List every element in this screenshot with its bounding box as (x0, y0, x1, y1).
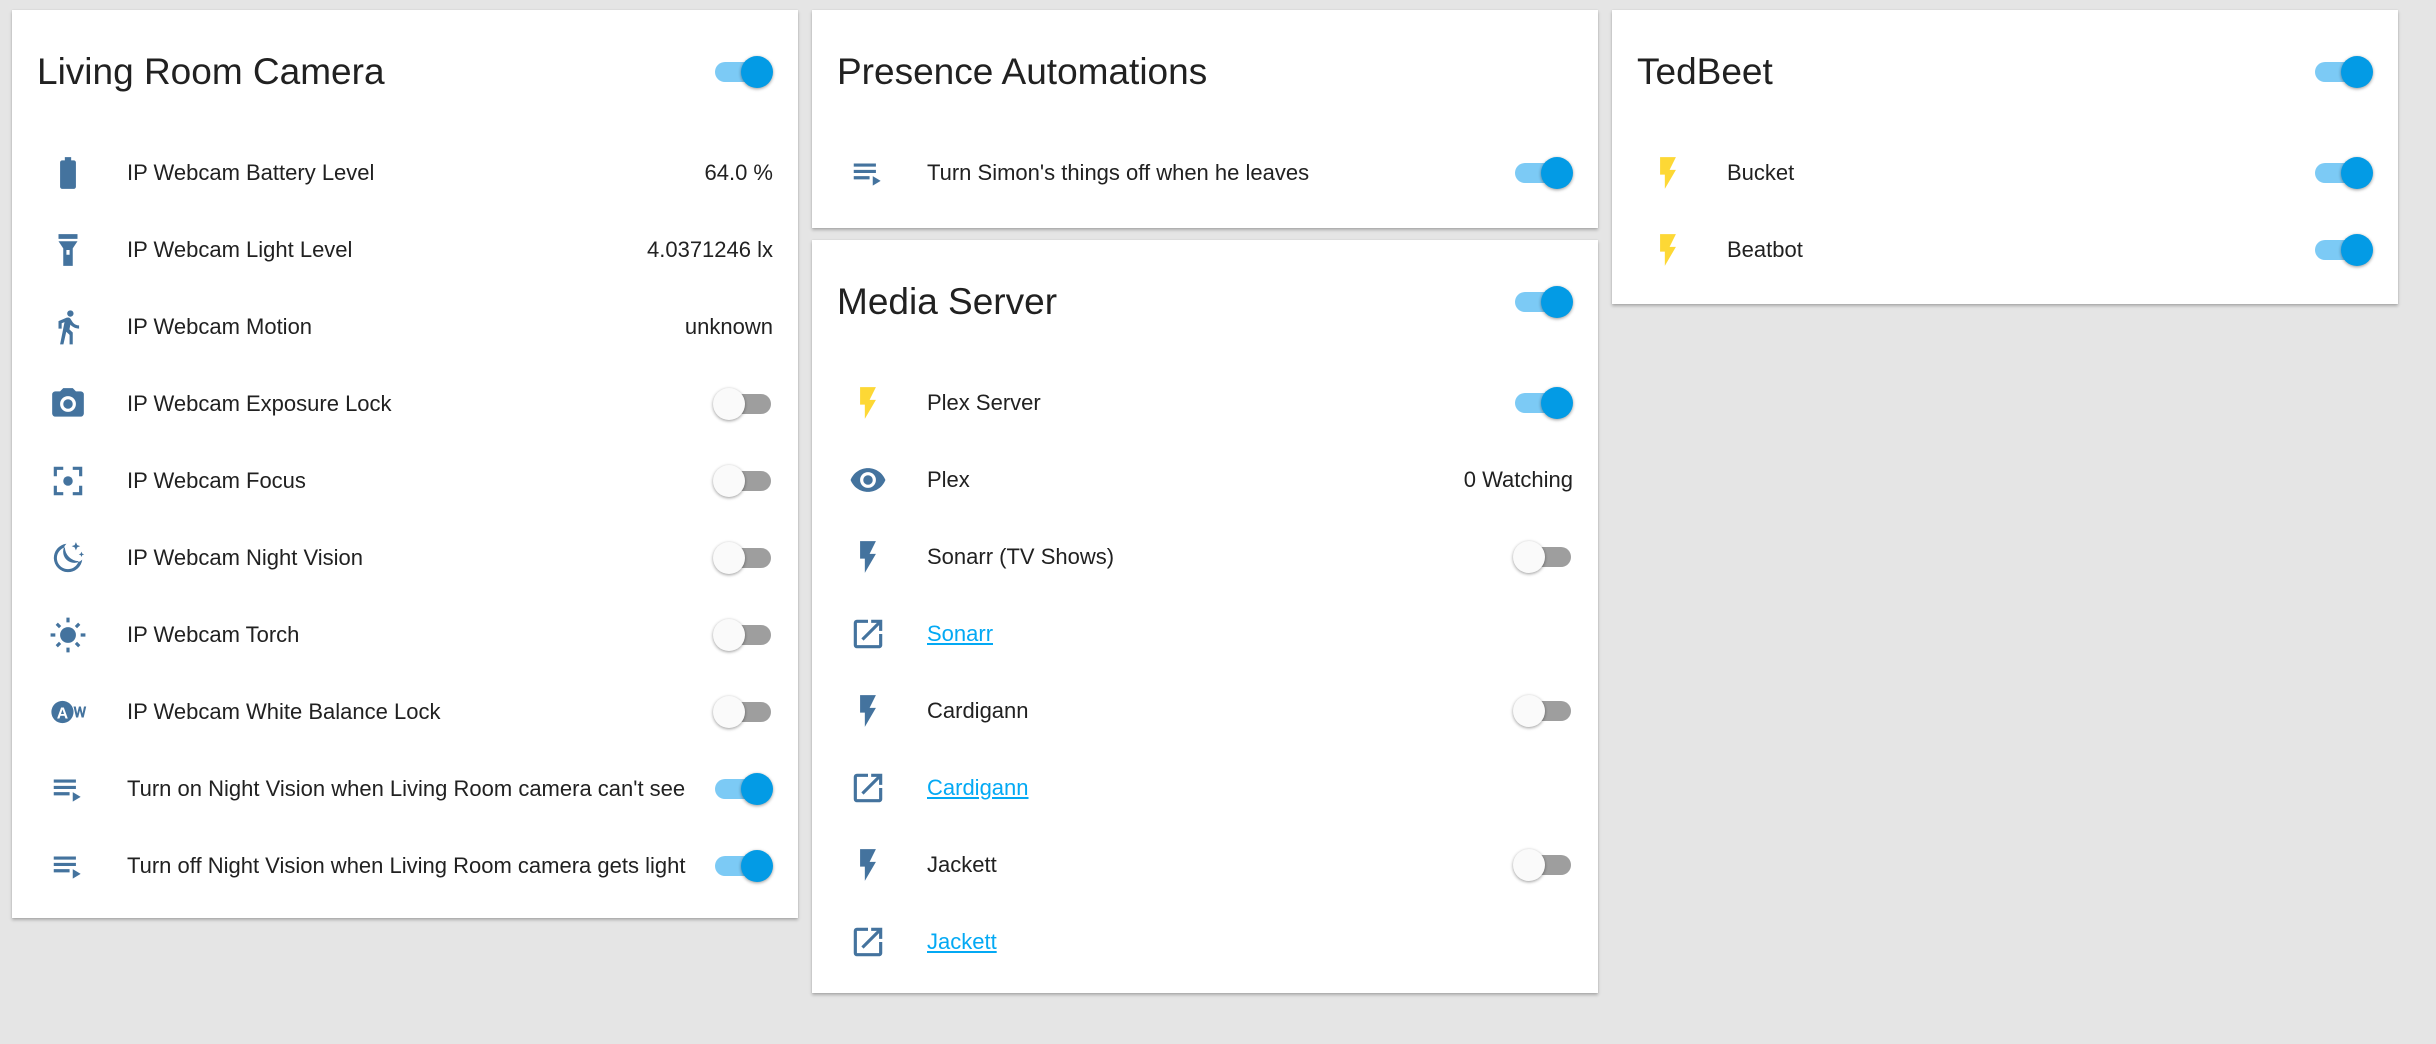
entity-row: IP Webcam Torch (12, 596, 798, 673)
entity-row: Beatbot (1612, 211, 2398, 288)
card-toggle[interactable] (2313, 52, 2373, 92)
card-header: Presence Automations (812, 10, 1598, 134)
entity-link[interactable]: Cardigann (927, 775, 1029, 801)
living-room-camera-card: Living Room Camera IP Webcam Battery Lev… (12, 10, 798, 918)
toggle-switch[interactable] (713, 615, 773, 655)
entity-label: Turn off Night Vision when Living Room c… (127, 852, 686, 878)
playlist-play-icon[interactable] (837, 149, 899, 197)
entity-label: Beatbot (1727, 236, 1803, 262)
toggle-switch[interactable] (1513, 383, 1573, 423)
flash-icon[interactable] (837, 841, 899, 889)
battery-icon[interactable] (37, 149, 99, 197)
card-title: Living Room Camera (37, 51, 385, 92)
entity-link[interactable]: Jackett (927, 929, 997, 955)
card-header: Media Server (812, 240, 1598, 364)
flash-icon[interactable] (837, 687, 899, 735)
entity-label: Plex Server (927, 389, 1041, 415)
toggle-switch[interactable] (713, 692, 773, 732)
entity-label: Plex (927, 466, 970, 492)
toggle-switch[interactable] (713, 769, 773, 809)
entity-row: Sonarr (TV Shows) (812, 518, 1598, 595)
toggle-switch[interactable] (713, 846, 773, 886)
playlist-play-icon[interactable] (37, 842, 99, 890)
entity-label: IP Webcam Exposure Lock (127, 390, 392, 416)
toggle-switch[interactable] (1513, 153, 1573, 193)
card-title: Media Server (837, 281, 1058, 322)
flash-icon[interactable] (1637, 149, 1699, 197)
media-server-card: Media Server Plex Server Plex 0 Watching So… (812, 240, 1598, 993)
entity-label: Jackett (927, 851, 997, 877)
eye-icon[interactable] (837, 456, 899, 504)
toggle-switch[interactable] (2313, 230, 2373, 270)
entity-state: unknown (684, 313, 773, 339)
entity-row: Turn on Night Vision when Living Room ca… (12, 750, 798, 827)
entity-label: IP Webcam Night Vision (127, 544, 364, 570)
entity-label: IP Webcam Battery Level (127, 159, 375, 185)
entity-row: Plex Server (812, 364, 1598, 441)
entity-row: IP Webcam Battery Level 64.0 % (12, 134, 798, 211)
entity-link[interactable]: Sonarr (927, 621, 993, 647)
toggle-switch[interactable] (713, 538, 773, 578)
open-in-new-icon[interactable] (837, 610, 899, 658)
entity-row: IP Webcam Exposure Lock (12, 365, 798, 442)
run-icon[interactable] (37, 303, 99, 351)
entity-state: 64.0 % (704, 159, 774, 185)
entity-row: Bucket (1612, 134, 2398, 211)
playlist-play-icon[interactable] (37, 765, 99, 813)
toggle-switch[interactable] (1513, 537, 1573, 577)
card-toggle[interactable] (713, 52, 773, 92)
open-in-new-icon[interactable] (837, 764, 899, 812)
camera-icon[interactable] (37, 380, 99, 428)
entity-row: Jackett (812, 903, 1598, 980)
entity-row: Turn off Night Vision when Living Room c… (12, 827, 798, 904)
entity-row: IP Webcam Motion unknown (12, 288, 798, 365)
toggle-switch[interactable] (1513, 845, 1573, 885)
entity-label: Turn on Night Vision when Living Room ca… (127, 775, 686, 801)
toggle-switch[interactable] (713, 384, 773, 424)
entity-row: IP Webcam Night Vision (12, 519, 798, 596)
entity-row: IP Webcam Light Level 4.0371246 lx (12, 211, 798, 288)
card-title: Presence Automations (837, 51, 1208, 92)
flash-icon[interactable] (1637, 226, 1699, 274)
toggle-switch[interactable] (713, 461, 773, 501)
entity-label: IP Webcam Focus (127, 467, 306, 493)
moon-icon[interactable] (37, 534, 99, 582)
entity-state: 0 Watching (1463, 466, 1573, 492)
flash-icon[interactable] (837, 533, 899, 581)
svg-text:A: A (57, 705, 69, 722)
entity-row: Sonarr (812, 595, 1598, 672)
white-balance-icon[interactable]: A (37, 688, 99, 736)
brightness-icon[interactable] (37, 611, 99, 659)
focus-icon[interactable] (37, 457, 99, 505)
entity-state: 4.0371246 lx (647, 236, 773, 262)
entity-label: IP Webcam White Balance Lock (127, 698, 441, 724)
entity-row: Cardigann (812, 672, 1598, 749)
entity-row: Turn Simon's things off when he leaves (812, 134, 1598, 211)
toggle-switch[interactable] (2313, 153, 2373, 193)
tedbeet-card: TedBeet Bucket Beatbot (1612, 10, 2398, 304)
entity-row: IP Webcam Focus (12, 442, 798, 519)
entity-label: Sonarr (TV Shows) (927, 543, 1115, 569)
card-header: TedBeet (1612, 10, 2398, 134)
entity-label: Bucket (1727, 159, 1795, 185)
entity-row: Plex 0 Watching (812, 441, 1598, 518)
flash-icon[interactable] (837, 379, 899, 427)
entity-row: A IP Webcam White Balance Lock (12, 673, 798, 750)
card-title: TedBeet (1637, 51, 1773, 92)
entity-label: IP Webcam Light Level (127, 236, 353, 262)
entity-label: Cardigann (927, 697, 1029, 723)
entity-label: IP Webcam Torch (127, 621, 300, 647)
flashlight-icon[interactable] (37, 226, 99, 274)
card-toggle[interactable] (1513, 282, 1573, 322)
open-in-new-icon[interactable] (837, 918, 899, 966)
toggle-switch[interactable] (1513, 691, 1573, 731)
entity-row: Jackett (812, 826, 1598, 903)
presence-automations-card: Presence Automations Turn Simon's things… (812, 10, 1598, 228)
entity-label: IP Webcam Motion (127, 313, 313, 339)
entity-label: Turn Simon's things off when he leaves (927, 159, 1310, 185)
card-header: Living Room Camera (12, 10, 798, 134)
entity-row: Cardigann (812, 749, 1598, 826)
